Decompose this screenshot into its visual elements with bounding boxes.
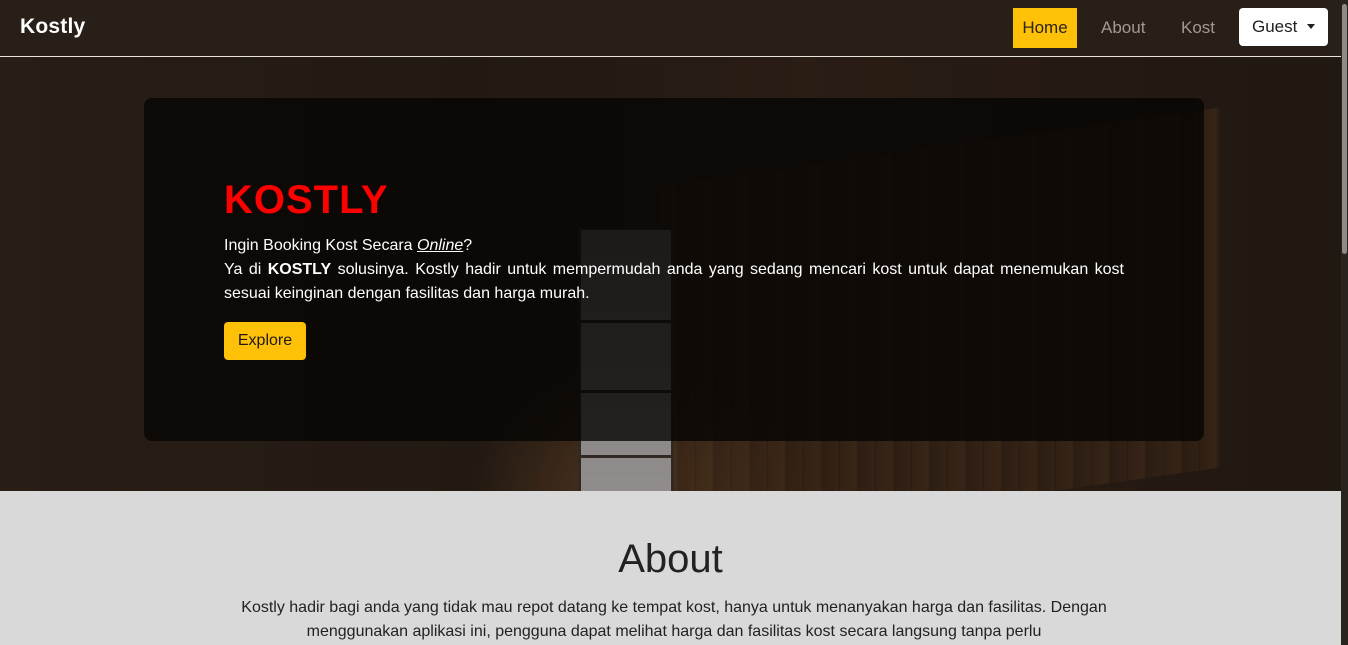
hero-question-suffix: ? [463, 237, 473, 254]
page-scrollbar[interactable] [1341, 0, 1348, 645]
hero-desc-rest: solusinya. Kostly hadir untuk mempermuda… [224, 261, 1125, 302]
caret-down-icon [1307, 24, 1315, 29]
nav-link-kost[interactable]: Kost [1173, 8, 1223, 48]
scrollbar-thumb[interactable] [1342, 4, 1347, 254]
hero-title: KOSTLY [224, 178, 389, 222]
nav-link-about[interactable]: About [1093, 8, 1153, 48]
hero-section: KOSTLY Ingin Booking Kost Secara Online?… [0, 57, 1341, 491]
hero-description: Ingin Booking Kost Secara Online? Ya di … [224, 234, 1124, 306]
about-title: About [618, 537, 723, 581]
about-section: About Kostly hadir bagi anda yang tidak … [0, 491, 1341, 645]
explore-button[interactable]: Explore [224, 322, 306, 360]
nav-link-home[interactable]: Home [1013, 8, 1077, 48]
hero-desc-brand: KOSTLY [267, 261, 332, 278]
guest-dropdown-label: Guest [1252, 17, 1298, 36]
hero-question-emphasis: Online [417, 237, 464, 254]
about-text: Kostly hadir bagi anda yang tidak mau re… [241, 599, 1107, 640]
hero-desc-prefix: Ya di [224, 261, 268, 278]
guest-dropdown-button[interactable]: Guest [1239, 8, 1328, 46]
brand-logo[interactable]: Kostly [20, 15, 85, 39]
hero-question-prefix: Ingin Booking Kost Secara [224, 237, 418, 254]
top-navbar: Kostly Home About Kost Guest [0, 0, 1341, 57]
hero-card: KOSTLY Ingin Booking Kost Secara Online?… [144, 98, 1204, 441]
